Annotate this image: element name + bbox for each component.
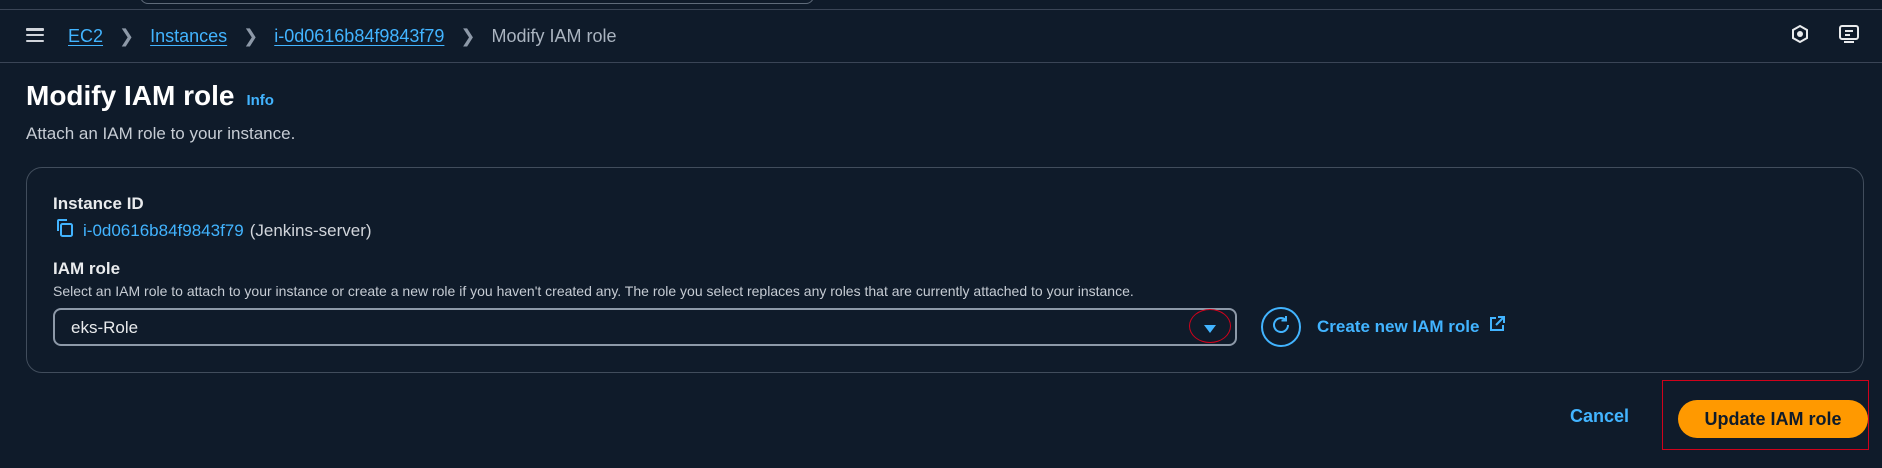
top-bar	[0, 0, 1882, 10]
cancel-button[interactable]: Cancel	[1570, 406, 1629, 427]
breadcrumb-instances[interactable]: Instances	[150, 26, 227, 47]
chevron-right-icon: ❯	[243, 25, 259, 46]
create-iam-role-link[interactable]: Create new IAM role	[1317, 315, 1506, 338]
chevron-right-icon: ❯	[460, 25, 476, 46]
update-button-highlight-annotation	[1662, 380, 1869, 450]
instance-id-value: i-0d0616b84f9843f79 (Jenkins-server)	[55, 218, 372, 243]
instance-id-link[interactable]: i-0d0616b84f9843f79	[83, 221, 244, 241]
notifications-icon[interactable]	[1790, 24, 1810, 44]
page-header: Modify IAM role Info	[26, 80, 274, 112]
instance-id-label: Instance ID	[53, 194, 144, 213]
iam-role-panel: Instance ID i-0d0616b84f9843f79 (Jenkins…	[26, 167, 1864, 373]
breadcrumb-ec2[interactable]: EC2	[68, 26, 103, 47]
dropdown-highlight-annotation	[1189, 309, 1231, 343]
info-link[interactable]: Info	[246, 92, 274, 109]
create-iam-role-label: Create new IAM role	[1317, 316, 1480, 336]
refresh-button[interactable]	[1261, 307, 1301, 347]
nav-actions	[1790, 24, 1860, 44]
breadcrumb: EC2 ❯ Instances ❯ i-0d0616b84f9843f79 ❯ …	[68, 24, 617, 48]
iam-role-selected-value: eks-Role	[71, 318, 139, 337]
page-title: Modify IAM role	[26, 80, 235, 111]
breadcrumb-instance-id[interactable]: i-0d0616b84f9843f79	[274, 26, 444, 47]
iam-role-description: Select an IAM role to attach to your ins…	[53, 283, 1134, 299]
iam-role-select[interactable]: eks-Role	[53, 308, 1237, 346]
instance-name: (Jenkins-server)	[249, 220, 372, 240]
menu-icon[interactable]	[26, 28, 44, 42]
chevron-right-icon: ❯	[119, 25, 135, 46]
navigation-bar: EC2 ❯ Instances ❯ i-0d0616b84f9843f79 ❯ …	[0, 10, 1882, 63]
copy-icon[interactable]	[55, 218, 75, 243]
external-link-icon	[1488, 315, 1506, 338]
iam-role-label: IAM role	[53, 259, 121, 278]
breadcrumb-current: Modify IAM role	[491, 25, 617, 46]
refresh-icon	[1270, 314, 1292, 341]
screen-share-icon[interactable]	[1838, 24, 1860, 44]
search-bar-edge[interactable]	[140, 0, 814, 4]
page-description: Attach an IAM role to your instance.	[26, 124, 296, 143]
